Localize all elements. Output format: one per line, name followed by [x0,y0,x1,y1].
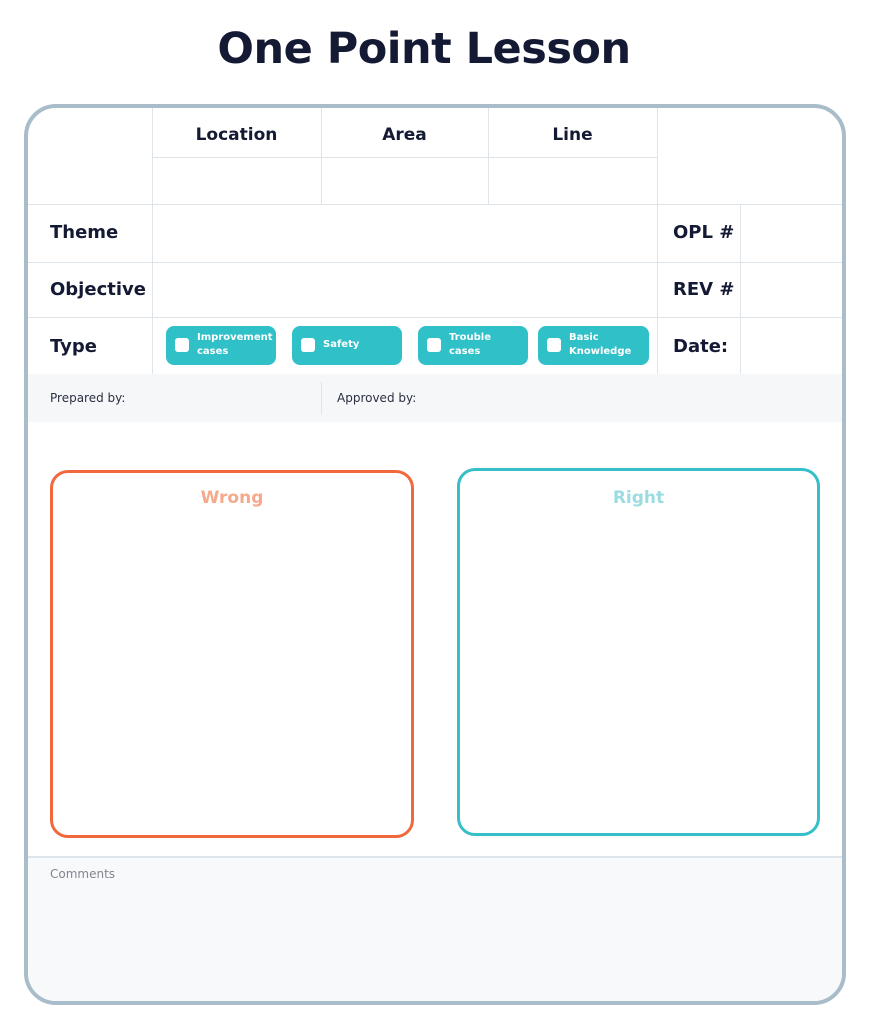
type-chip-basic-knowledge[interactable]: Basic Knowledge [538,326,649,365]
checkbox-icon[interactable] [175,338,189,352]
grid-line [657,108,658,374]
wrong-title: Wrong [200,488,264,508]
chip-label-line1: Basic [569,332,599,343]
opl-form: Location Area Line Theme Objective Type … [24,104,846,1005]
type-chip-trouble[interactable]: Trouble cases [418,326,528,365]
opl-number-field[interactable] [741,205,842,262]
chip-label-line1: Improvement [197,332,273,343]
location-header: Location [195,125,278,145]
type-chip-improvement[interactable]: Improvement cases [166,326,276,365]
checkbox-icon[interactable] [301,338,315,352]
chip-label: Improvement cases [197,331,273,359]
chip-label: Basic Knowledge [569,331,631,359]
comments-area[interactable]: Comments [28,856,842,1001]
objective-label: Objective [50,279,146,300]
area-field[interactable] [322,158,488,204]
rev-number-field[interactable] [741,263,842,317]
approved-by-label: Approved by: [337,391,417,405]
chip-label-line1: Safety [323,339,360,350]
location-field[interactable] [153,158,321,204]
grid-line [28,317,842,318]
comments-label: Comments [50,867,116,881]
line-header: Line [552,125,593,145]
chip-label: Safety [323,338,359,352]
line-field[interactable] [489,158,657,204]
type-chip-safety[interactable]: Safety [292,326,402,365]
date-label: Date: [673,336,729,357]
right-panel[interactable]: Right [457,468,820,836]
signature-band: Prepared by: Approved by: [28,374,842,422]
date-field[interactable] [741,318,842,374]
checkbox-icon[interactable] [547,338,561,352]
objective-field[interactable] [153,263,657,317]
chip-label-line1: Trouble [449,332,492,343]
checkbox-icon[interactable] [427,338,441,352]
prepared-by-label: Prepared by: [50,391,126,405]
theme-field[interactable] [153,205,657,262]
theme-label: Theme [50,222,119,243]
chip-label: Trouble cases [449,331,491,359]
band-divider [321,382,322,415]
opl-number-label: OPL # [673,222,735,243]
right-title: Right [612,488,665,508]
type-label: Type [50,336,97,357]
page-title: One Point Lesson [217,24,631,74]
chip-label-line2: cases [197,346,229,357]
chip-label-line2: cases [449,346,481,357]
area-header: Area [382,125,427,145]
chip-label-line2: Knowledge [569,346,632,357]
rev-number-label: REV # [673,279,735,300]
wrong-panel[interactable]: Wrong [50,470,414,838]
